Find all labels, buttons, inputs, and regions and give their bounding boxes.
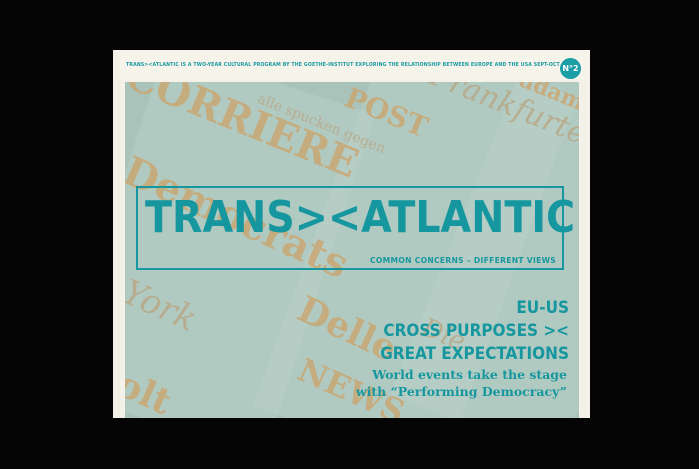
header-strip: TRANS><ATLANTIC IS A TWO-YEAR CULTURAL P… [113, 50, 590, 80]
logo-title: TRANS><ATLANTIC [145, 192, 576, 243]
issue-badge: N°2 [560, 58, 581, 79]
headline-line-2: CROSS PURPOSES >< [383, 321, 569, 341]
headline-line-3: GREAT EXPECTATIONS [380, 344, 569, 364]
headline-line-1: EU-US [516, 298, 569, 318]
header-tagline: TRANS><ATLANTIC IS A TWO-YEAR CULTURAL P… [126, 62, 566, 68]
deck-line-1: World events take the stage [372, 367, 567, 382]
logo-subtitle: COMMON CONCERNS – DIFFERENT VIEWS [370, 256, 557, 265]
deck-line-2: with “Performing Democracy” [355, 384, 567, 399]
